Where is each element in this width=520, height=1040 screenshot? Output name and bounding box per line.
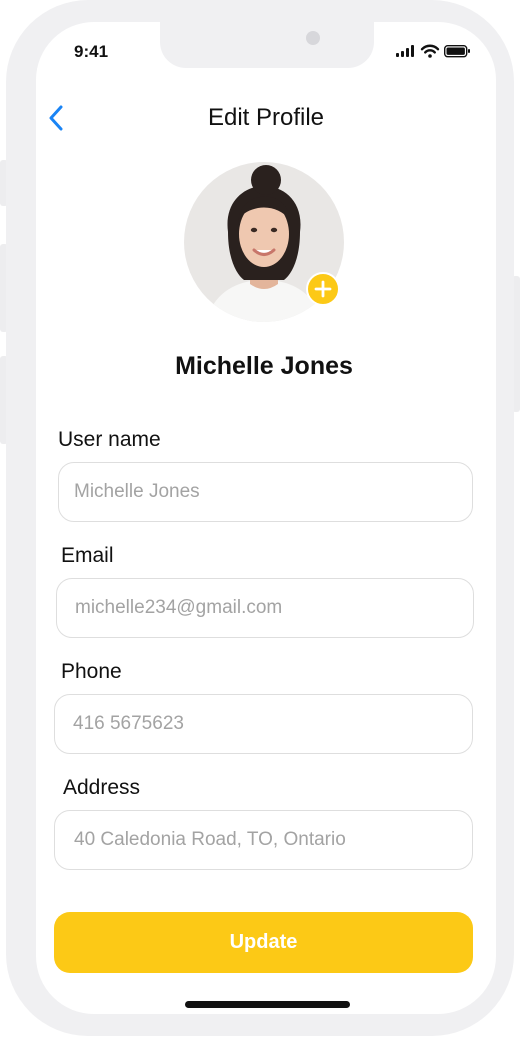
status-icons-svg (396, 44, 470, 58)
phone-screen: 9:41 Edit Profile Michelle Jones User na… (36, 22, 496, 1014)
phone-label: Phone (61, 660, 122, 683)
device-mockup: 9:41 Edit Profile Michelle Jones User na… (0, 0, 520, 1040)
notch (160, 22, 374, 68)
email-label: Email (61, 544, 114, 567)
add-photo-button[interactable] (306, 272, 340, 306)
update-button[interactable]: Update (54, 912, 473, 973)
front-camera (306, 31, 320, 45)
plus-icon (314, 280, 332, 298)
username-label: User name (58, 428, 161, 451)
phone-frame: 9:41 Edit Profile Michelle Jones User na… (6, 0, 514, 1036)
email-input[interactable] (56, 578, 474, 638)
cellular-signal-icon (396, 45, 414, 57)
address-label: Address (63, 776, 141, 799)
page-title: Edit Profile (207, 104, 325, 131)
wifi-icon (420, 44, 440, 58)
home-indicator (185, 1001, 350, 1008)
address-input[interactable] (54, 810, 473, 870)
status-time: 9:41 (74, 42, 109, 61)
battery-icon (443, 44, 470, 58)
username-input[interactable] (58, 462, 473, 522)
phone-input[interactable] (54, 694, 473, 754)
profile-name: Michelle Jones (175, 352, 353, 380)
status-icons (394, 44, 474, 58)
